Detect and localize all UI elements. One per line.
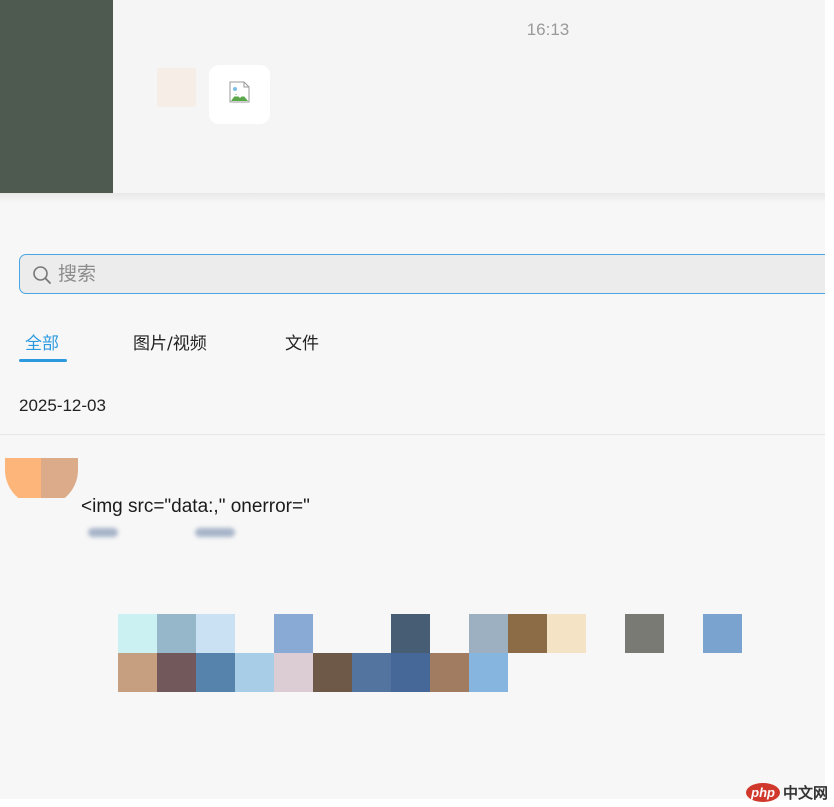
date-header: 2025-12-03: [19, 396, 106, 415]
avatar-part: [41, 458, 78, 498]
tab-files[interactable]: 文件: [285, 331, 319, 357]
window-edge: [825, 0, 834, 807]
watermark: php 中文网: [746, 779, 828, 805]
mosaic-tile: [196, 614, 235, 653]
mosaic-tile: [508, 614, 547, 653]
tab-all[interactable]: 全部: [25, 331, 59, 357]
chat-area: 16:13: [0, 0, 834, 194]
mosaic-tile: [274, 614, 313, 653]
mosaic-tile: [625, 614, 664, 653]
mosaic-tile: [274, 653, 313, 692]
divider: [0, 434, 834, 435]
mosaic-tile: [391, 614, 430, 653]
panel-shadow: [0, 193, 834, 203]
mosaic-tile: [469, 614, 508, 653]
active-tab-indicator: [19, 359, 67, 362]
search-icon: [33, 266, 51, 284]
app-window: 16:13 全部 图片/视频 文件 2025-12-03 <img src="d…: [0, 0, 834, 807]
window-edge: [0, 799, 834, 807]
sidebar: [0, 0, 113, 193]
blurred-sender-name: [88, 528, 118, 537]
chat-message-bubble[interactable]: [209, 65, 270, 124]
mosaic-tile: [118, 653, 157, 692]
mosaic-tile: [703, 614, 742, 653]
watermark-text: 中文网: [782, 784, 828, 802]
mosaic-tile: [430, 653, 469, 692]
avatar-part: [5, 458, 41, 498]
sender-avatar[interactable]: [157, 68, 196, 107]
mosaic-tile: [352, 653, 391, 692]
mosaic-tile: [547, 614, 586, 653]
mosaic-tile: [196, 653, 235, 692]
chat-timestamp: 16:13: [526, 20, 570, 39]
mosaic-tile: [313, 653, 352, 692]
mosaic-tile: [235, 653, 274, 692]
mosaic-tile: [157, 653, 196, 692]
mosaic-tile: [391, 653, 430, 692]
broken-image-icon: [229, 81, 250, 103]
blurred-sender-name: [195, 528, 235, 537]
mosaic-tile: [157, 614, 196, 653]
search-input[interactable]: [58, 261, 658, 287]
tab-images-videos[interactable]: 图片/视频: [133, 331, 207, 357]
mosaic-tile: [118, 614, 157, 653]
search-box[interactable]: [19, 254, 834, 294]
message-text[interactable]: <img src="data:," onerror=": [81, 496, 310, 518]
watermark-logo: php: [746, 782, 780, 802]
mosaic-tile: [469, 653, 508, 692]
